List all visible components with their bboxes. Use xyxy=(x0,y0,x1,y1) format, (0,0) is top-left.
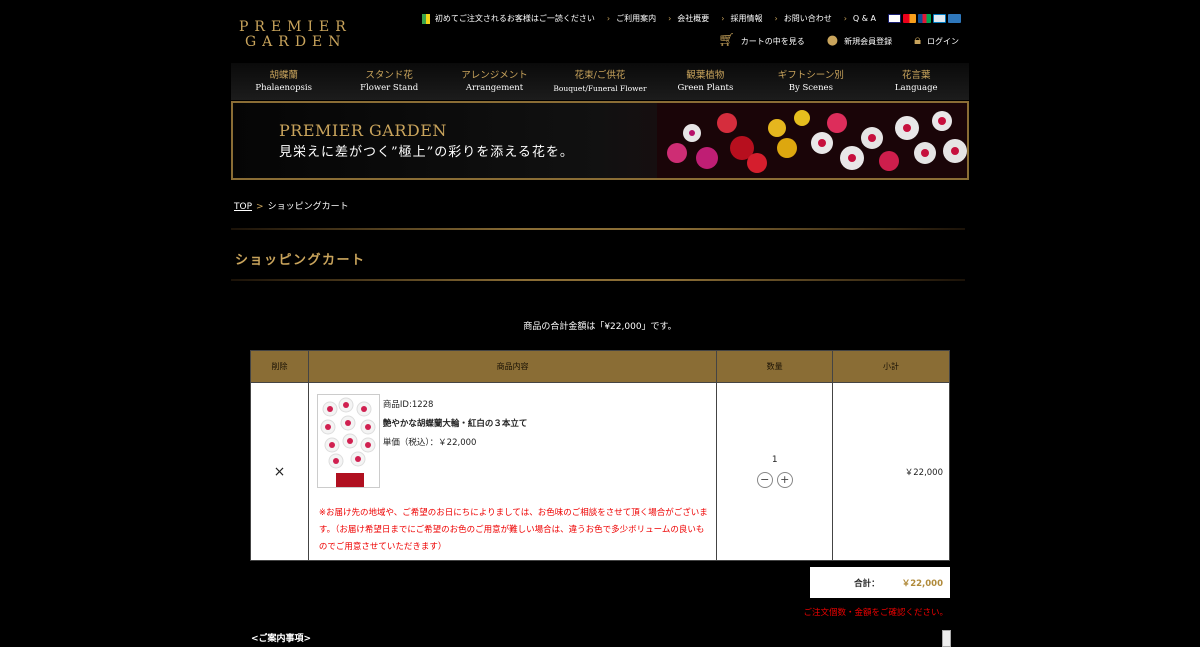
product-cell: 商品ID:1228 艶やかな胡蝶蘭大輪・紅白の３本立て 単価（税込）：￥22,0… xyxy=(307,382,718,561)
view-cart-link[interactable]: 🛒︎ カートの中を見る xyxy=(718,33,805,48)
guide-scrollbar[interactable] xyxy=(942,630,951,647)
product-thumbnail[interactable] xyxy=(316,394,380,488)
product-info: 商品ID:1228 艶やかな胡蝶蘭大輪・紅白の３本立て 単価（税込）：￥22,0… xyxy=(383,396,528,453)
chevron-right-icon: › xyxy=(668,14,672,23)
gnav-arrangement[interactable]: アレンジメント Arrangement xyxy=(442,63,547,100)
site-logo[interactable]: PREMIER GARDEN xyxy=(239,20,352,50)
topnav-recruit[interactable]: › 採用情報 xyxy=(721,13,762,24)
total-label: 合計： xyxy=(854,578,880,589)
product-name[interactable]: 艶やかな胡蝶蘭大輪・紅白の３本立て xyxy=(383,415,528,434)
total-amount-message: 商品の合計金額は「¥22,000」です。 xyxy=(523,322,677,332)
decrease-quantity-button[interactable]: − xyxy=(756,472,773,488)
gnav-flower-stand[interactable]: スタンド花 Flower Stand xyxy=(336,63,441,100)
flowers-image xyxy=(657,103,967,178)
color-notice: ※お届け先の地域や、ご希望のお日にちによりましては、お色味のご相談をさせて頂く場… xyxy=(318,508,708,552)
hero-banner: PREMIER GARDEN 見栄えに差がつく”極上”の彩りを添える花を。 xyxy=(231,101,969,180)
cart-icon: 🛒︎ xyxy=(718,33,735,48)
chevron-right-icon: › xyxy=(843,14,847,23)
beginner-mark-icon xyxy=(421,13,430,24)
chevron-right-icon: › xyxy=(721,14,725,23)
payment-cards xyxy=(886,14,961,23)
cart-table-header: 削除 商品内容 数量 小計 xyxy=(250,350,950,383)
global-nav: 胡蝶蘭 Phalaenopsis スタンド花 Flower Stand アレンジメン… xyxy=(231,63,969,100)
quantity-value: 1 xyxy=(771,455,778,465)
topnav-guide[interactable]: › ご利用案内 xyxy=(607,13,656,24)
amex-card-icon xyxy=(948,14,961,23)
banner-subtitle: 見栄えに差がつく”極上”の彩りを添える花を。 xyxy=(279,145,574,160)
page-title: ショッピングカート xyxy=(235,253,366,268)
gnav-bouquet[interactable]: 花束/ご供花 Bouquet/Funeral Flower xyxy=(547,63,652,100)
visa-card-icon xyxy=(888,14,901,23)
logo-line-1: PREMIER xyxy=(239,19,352,35)
topnav-first-order[interactable]: 初めてご注文されるお客様はご一読ください xyxy=(421,13,595,24)
logo-line-2: GARDEN xyxy=(245,34,347,50)
jcb-card-icon xyxy=(918,14,931,23)
banner-title: PREMIER GARDEN xyxy=(279,121,447,140)
register-link[interactable]: ● 新規会員登録 xyxy=(826,33,892,48)
table-row: × 商品ID:1228 艶やかな胡蝶蘭大輪・紅白の３本立て 単価（税込）：￥22… xyxy=(250,382,950,561)
delete-item-button[interactable]: × xyxy=(250,382,309,561)
account-nav: 🛒︎ カートの中を見る ● 新規会員登録 🔒︎ ログイン xyxy=(696,33,959,48)
breadcrumb-current: ショッピングカート xyxy=(267,202,349,212)
guide-heading: <ご案内事項> xyxy=(251,634,312,644)
total-box: 合計： ￥22,000 xyxy=(810,567,950,598)
chevron-right-icon: › xyxy=(606,14,611,23)
breadcrumb: TOP > ショッピングカート xyxy=(234,199,349,212)
diners-card-icon xyxy=(933,14,946,23)
confirm-warning: ご注文個数・金額をご確認ください。 xyxy=(803,608,948,618)
chevron-right-icon: › xyxy=(774,14,778,23)
gnav-language[interactable]: 花言葉 Language xyxy=(864,63,969,100)
login-link[interactable]: 🔒︎ ログイン xyxy=(914,33,959,48)
orchid-image xyxy=(317,395,379,487)
quantity-cell: 1 − + xyxy=(716,382,834,561)
lock-icon: 🔒︎ xyxy=(914,33,921,48)
header-qty: 数量 xyxy=(716,350,834,383)
gnav-by-scenes[interactable]: ギフトシーン別 By Scenes xyxy=(758,63,863,100)
header-subtotal: 小計 xyxy=(832,350,950,383)
header-delete: 削除 xyxy=(250,350,309,383)
top-utility-nav: 初めてご注文されるお客様はご一読ください › ご利用案内 › 会社概要 › 採用情報 … xyxy=(410,13,961,24)
topnav-company[interactable]: › 会社概要 xyxy=(668,13,709,24)
title-rule-bottom xyxy=(231,279,965,281)
topnav-contact[interactable]: › お問い合わせ xyxy=(775,13,832,24)
total-amount: ￥22,000 xyxy=(901,578,943,589)
increase-quantity-button[interactable]: + xyxy=(776,472,793,488)
unit-price: 単価（税込）：￥22,000 xyxy=(382,438,477,448)
title-rule-top xyxy=(231,228,965,230)
breadcrumb-separator: > xyxy=(256,202,264,212)
header-content: 商品内容 xyxy=(307,350,718,383)
product-id: 商品ID:1228 xyxy=(382,400,434,410)
gnav-green-plants[interactable]: 観葉植物 Green Plants xyxy=(653,63,758,100)
cart-table: 削除 商品内容 数量 小計 × 商品ID:1228 艶やかな胡蝶蘭大輪・紅白の３… xyxy=(250,350,950,561)
mastercard-icon xyxy=(903,14,916,23)
user-icon: ● xyxy=(826,33,839,48)
breadcrumb-top-link[interactable]: TOP xyxy=(234,202,252,212)
gnav-phalaenopsis[interactable]: 胡蝶蘭 Phalaenopsis xyxy=(231,63,336,100)
topnav-qa[interactable]: › Q & A xyxy=(844,14,876,23)
subtotal-cell: ￥22,000 xyxy=(832,382,950,561)
